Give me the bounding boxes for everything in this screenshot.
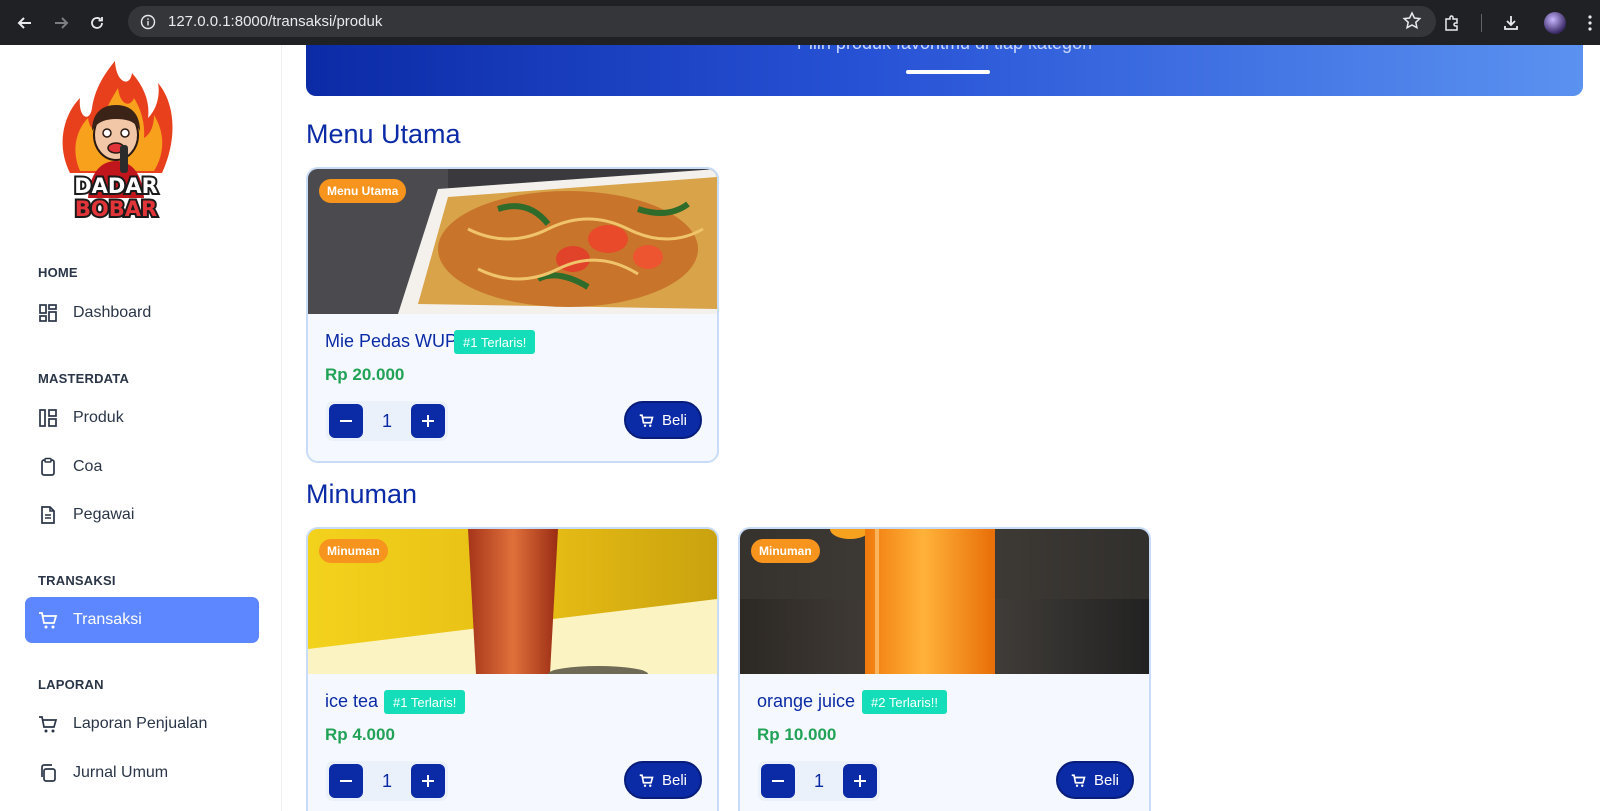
sidebar-item-jurnal-umum[interactable]: Jurnal Umum — [25, 750, 259, 796]
quantity-stepper: 1 — [758, 761, 880, 801]
product-price: Rp 10.000 — [757, 725, 837, 744]
product-price: Rp 4.000 — [325, 725, 395, 744]
category-title-minuman: Minuman — [306, 479, 418, 509]
quantity-value[interactable]: 1 — [367, 411, 407, 432]
plus-icon — [422, 775, 434, 787]
extensions-icon[interactable] — [1437, 8, 1467, 38]
product-name: ice tea — [325, 691, 379, 711]
cart-icon — [37, 609, 59, 631]
product-card-ice-tea: Minuman ice tea #1 Terlaris! Rp 4.000 1 … — [306, 527, 719, 811]
copy-icon — [37, 762, 59, 784]
section-title-laporan: LAPORAN — [38, 677, 104, 692]
sidebar-item-coa[interactable]: Coa — [25, 444, 259, 490]
sidebar-item-produk[interactable]: Produk — [25, 395, 259, 441]
cart-icon — [639, 772, 655, 788]
browser-toolbar: 127.0.0.1:8000/transaksi/produk — [0, 0, 1600, 45]
increase-quantity-button[interactable] — [411, 404, 445, 438]
bookmark-star-icon[interactable] — [1402, 11, 1422, 35]
product-card-orange-juice: Minuman orange juice #2 Terlaris!! Rp 10… — [738, 527, 1151, 811]
decrease-quantity-button[interactable] — [329, 404, 363, 438]
sidebar-item-laporan-penjualan[interactable]: Laporan Penjualan — [25, 701, 259, 747]
increase-quantity-button[interactable] — [411, 764, 445, 798]
sidebar-item-pegawai[interactable]: Pegawai — [25, 492, 259, 538]
sidebar-item-label: Dashboard — [73, 304, 152, 321]
hero-banner: Pilih produk favoritmu di tiap kategori — [306, 45, 1583, 96]
increase-quantity-button[interactable] — [843, 764, 877, 798]
buy-button[interactable]: Beli — [624, 761, 702, 799]
buy-button[interactable]: Beli — [1056, 761, 1134, 799]
dashboard-icon — [37, 302, 59, 324]
minus-icon — [340, 780, 352, 782]
category-title-menu-utama: Menu Utama — [306, 119, 461, 149]
back-icon[interactable] — [12, 10, 38, 36]
sidebar-item-label: Pegawai — [73, 506, 135, 523]
category-badge: Minuman — [751, 539, 820, 563]
svg-text:DADAR: DADAR — [74, 174, 158, 198]
toolbar-divider — [1481, 13, 1482, 32]
quantity-value[interactable]: 1 — [367, 771, 407, 792]
site-info-icon[interactable] — [138, 12, 158, 32]
bestseller-badge: #1 Terlaris! — [384, 690, 466, 714]
quantity-stepper: 1 — [326, 401, 448, 441]
sidebar: DADAR BOBAR HOME Dashboard MASTERDATA Pr… — [0, 45, 282, 811]
buy-button[interactable]: Beli — [624, 401, 702, 439]
more-menu-icon[interactable] — [1584, 8, 1596, 38]
cart-icon — [639, 412, 655, 428]
buy-label: Beli — [661, 771, 687, 789]
product-name: orange juice — [757, 691, 856, 711]
bestseller-badge: #1 Terlaris! — [454, 330, 536, 354]
cart-icon — [37, 713, 59, 735]
section-title-transaksi: TRANSAKSI — [38, 573, 116, 588]
hero-subtitle: Pilih produk favoritmu di tiap kategori — [306, 45, 1583, 54]
category-badge: Minuman — [319, 539, 388, 563]
svg-text:BOBAR: BOBAR — [75, 197, 157, 221]
download-icon[interactable] — [1496, 8, 1526, 38]
sidebar-item-label: Produk — [73, 409, 124, 426]
forward-icon[interactable] — [48, 10, 74, 36]
quantity-stepper: 1 — [326, 761, 448, 801]
buy-label: Beli — [661, 411, 687, 429]
category-badge: Menu Utama — [319, 179, 407, 203]
profile-avatar[interactable] — [1540, 8, 1570, 38]
sidebar-item-dashboard[interactable]: Dashboard — [25, 290, 259, 336]
url-text[interactable]: 127.0.0.1:8000/transaksi/produk — [168, 13, 382, 30]
clipboard-icon — [37, 456, 59, 478]
brand-logo[interactable]: DADAR BOBAR — [50, 53, 182, 228]
hero-divider — [906, 70, 990, 74]
section-title-masterdata: MASTERDATA — [38, 371, 130, 386]
decrease-quantity-button[interactable] — [761, 764, 795, 798]
plus-icon — [422, 415, 434, 427]
sidebar-item-transaksi[interactable]: Transaksi — [25, 597, 259, 643]
decrease-quantity-button[interactable] — [329, 764, 363, 798]
quantity-value[interactable]: 1 — [799, 771, 839, 792]
sidebar-item-label: Laporan Penjualan — [73, 715, 208, 732]
plus-icon — [854, 775, 866, 787]
layout-icon — [37, 407, 59, 429]
product-price: Rp 20.000 — [325, 365, 405, 384]
bestseller-badge: #2 Terlaris!! — [862, 690, 947, 714]
reload-icon[interactable] — [84, 10, 110, 36]
section-title-home: HOME — [38, 265, 78, 280]
sidebar-item-label: Jurnal Umum — [73, 764, 169, 781]
sidebar-item-label: Coa — [73, 458, 103, 475]
product-name: Mie Pedas WUP — [325, 331, 458, 351]
cart-icon — [1071, 772, 1087, 788]
minus-icon — [772, 780, 784, 782]
address-bar[interactable]: 127.0.0.1:8000/transaksi/produk — [128, 6, 1436, 37]
product-card-mie-pedas-wup: Menu Utama Mie Pedas WUP #1 Terlaris! Rp… — [306, 167, 719, 463]
main-content: Pilih produk favoritmu di tiap kategori … — [283, 45, 1600, 811]
buy-label: Beli — [1093, 771, 1119, 789]
minus-icon — [340, 420, 352, 422]
file-text-icon — [37, 504, 59, 526]
sidebar-item-label: Transaksi — [73, 611, 142, 628]
